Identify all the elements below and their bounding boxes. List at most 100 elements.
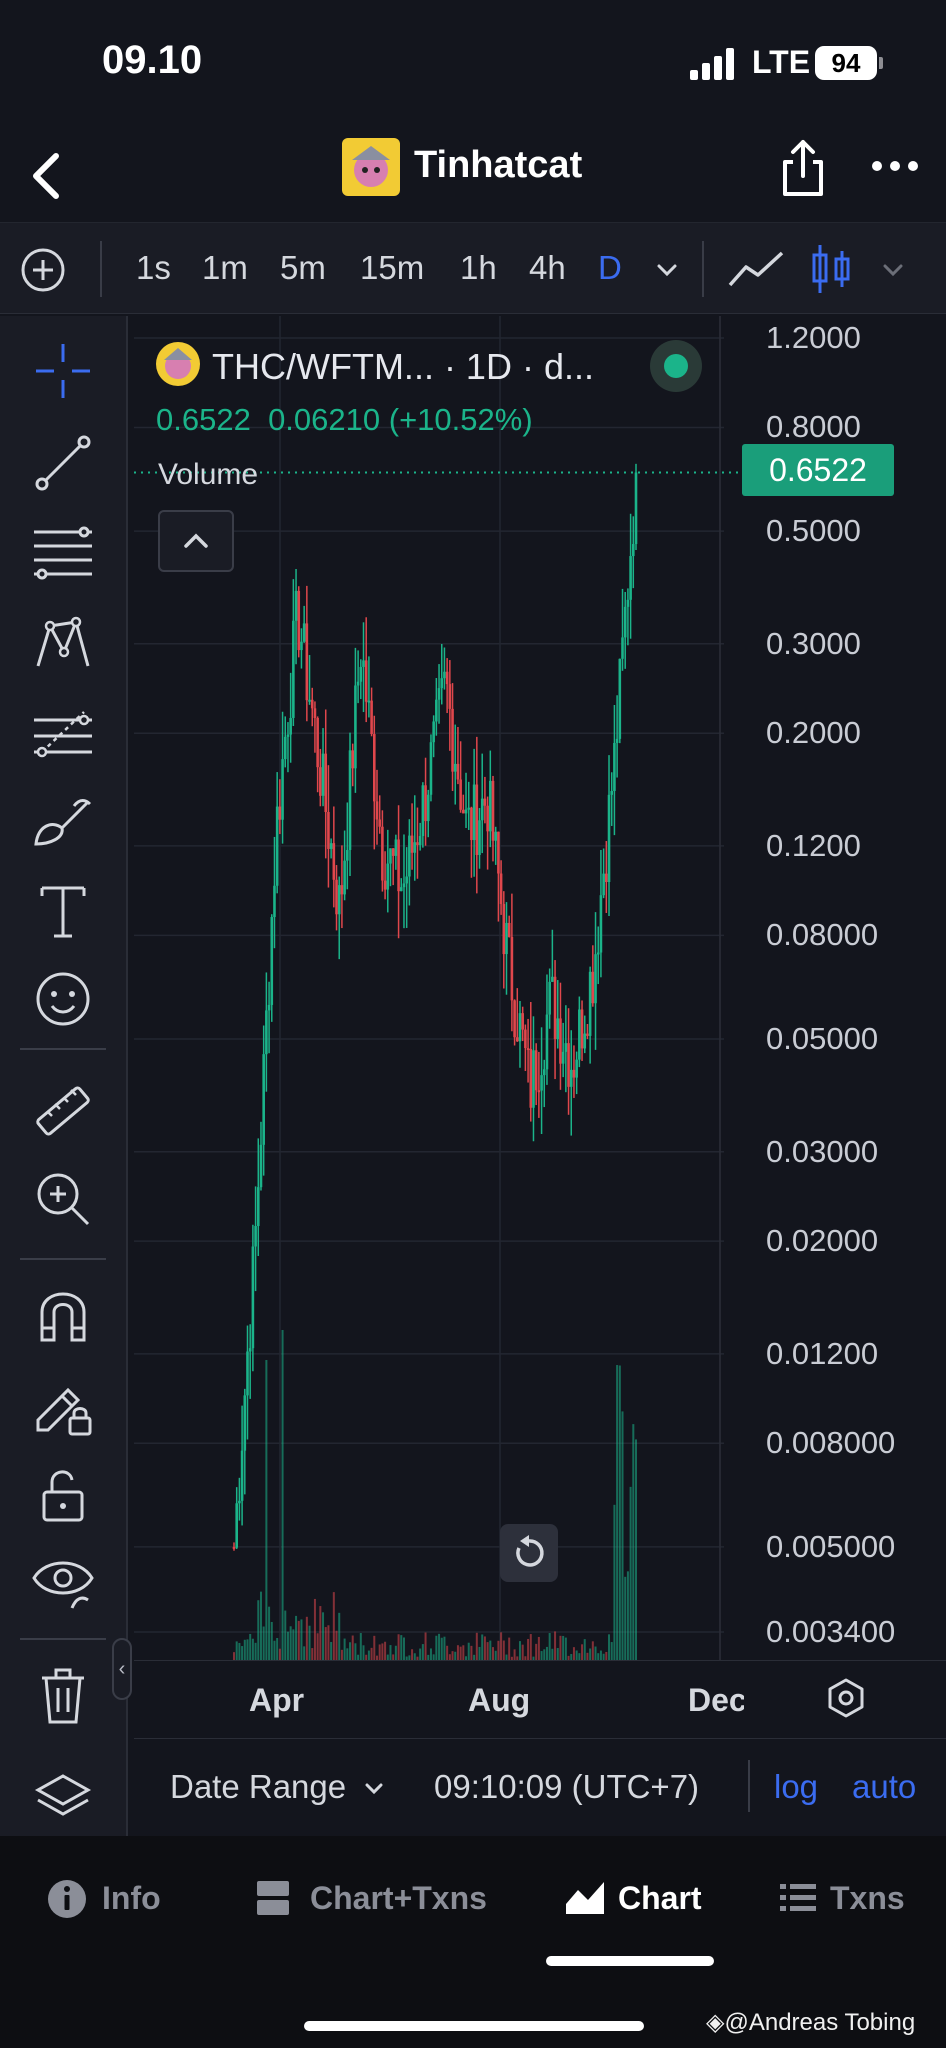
candle-body bbox=[394, 839, 398, 856]
candle-body bbox=[367, 700, 371, 703]
volume-bar bbox=[400, 1635, 403, 1660]
trend-line-icon[interactable] bbox=[28, 428, 98, 498]
volume-bar bbox=[486, 1642, 489, 1660]
volume-bar bbox=[618, 1365, 621, 1660]
trash-icon[interactable] bbox=[28, 1660, 98, 1730]
candle-body bbox=[308, 699, 311, 702]
auto-scale-toggle[interactable]: auto bbox=[852, 1768, 916, 1806]
back-icon[interactable] bbox=[16, 142, 76, 210]
brush-icon[interactable] bbox=[28, 786, 98, 856]
candle-body bbox=[610, 791, 614, 795]
candle-body bbox=[505, 922, 508, 955]
toolbar-divider bbox=[702, 241, 704, 297]
volume-bar bbox=[616, 1365, 619, 1660]
chevron-down-icon[interactable] bbox=[652, 255, 682, 285]
interval-1h[interactable]: 1h bbox=[460, 249, 497, 287]
pattern-icon[interactable] bbox=[28, 608, 98, 678]
lock-drawing-icon[interactable] bbox=[28, 1370, 98, 1440]
volume-bar bbox=[270, 1621, 273, 1660]
signal-icon bbox=[690, 48, 736, 80]
log-scale-toggle[interactable]: log bbox=[774, 1768, 818, 1806]
volume-label: Volume bbox=[158, 458, 259, 491]
candle-body bbox=[278, 806, 282, 820]
candle-body bbox=[613, 742, 616, 792]
time-label-aug: Aug bbox=[468, 1682, 531, 1718]
volume-bar bbox=[359, 1633, 362, 1660]
token-logo bbox=[342, 138, 400, 196]
price-tick-label: 1.2000 bbox=[766, 320, 861, 355]
volume-bar bbox=[535, 1643, 538, 1660]
volume-bar bbox=[286, 1631, 289, 1660]
volume-bar bbox=[456, 1645, 459, 1660]
interval-1s[interactable]: 1s bbox=[136, 249, 171, 287]
volume-bar bbox=[292, 1629, 295, 1660]
interval-15m[interactable]: 15m bbox=[360, 249, 424, 287]
more-icon[interactable] bbox=[868, 154, 922, 178]
zoom-in-icon[interactable] bbox=[28, 1164, 98, 1234]
text-icon[interactable] bbox=[28, 876, 98, 946]
volume-bar bbox=[575, 1650, 578, 1660]
reset-chart-icon[interactable] bbox=[500, 1524, 558, 1582]
share-icon[interactable] bbox=[776, 136, 830, 200]
market-status-indicator bbox=[650, 340, 702, 392]
interval-toolbar: 1s 1m 5m 15m 1h 4h D bbox=[0, 222, 946, 314]
volume-bar bbox=[313, 1598, 316, 1660]
chevron-down-icon[interactable] bbox=[878, 255, 908, 285]
collapse-legend-button[interactable] bbox=[158, 510, 234, 572]
candle-body bbox=[408, 835, 411, 877]
line-chart-icon[interactable] bbox=[726, 245, 786, 295]
volume-bar bbox=[343, 1638, 346, 1660]
eye-icon[interactable] bbox=[28, 1546, 98, 1616]
volume-bar bbox=[564, 1637, 567, 1660]
candle-body bbox=[405, 876, 408, 884]
home-indicator-system bbox=[304, 2021, 644, 2031]
candle-body bbox=[459, 779, 462, 810]
volume-bar bbox=[429, 1648, 432, 1660]
chart-clock[interactable]: 09:10:09 (UTC+7) bbox=[434, 1768, 699, 1806]
pair-title[interactable]: THC/WFTM... · 1D · d... bbox=[212, 346, 594, 388]
interval-d[interactable]: D bbox=[598, 249, 622, 287]
volume-bar bbox=[235, 1641, 238, 1660]
volume-bar bbox=[629, 1486, 632, 1660]
volume-bar bbox=[492, 1647, 495, 1660]
interval-5m[interactable]: 5m bbox=[280, 249, 326, 287]
date-range-dropdown[interactable]: Date Range bbox=[170, 1768, 387, 1806]
candle-body bbox=[618, 658, 622, 739]
unlock-icon[interactable] bbox=[28, 1458, 98, 1528]
candle-body bbox=[583, 1033, 587, 1049]
emoji-icon[interactable] bbox=[28, 964, 98, 1034]
candle-body bbox=[305, 623, 309, 701]
prediction-icon[interactable] bbox=[28, 698, 98, 768]
chart-settings-icon[interactable] bbox=[824, 1676, 868, 1720]
ohlc-values: 0.6522 0.06210 (+10.52%) bbox=[156, 402, 533, 438]
battery-icon: 94 bbox=[815, 46, 877, 80]
candlestick-icon[interactable] bbox=[806, 241, 856, 297]
volume-bar bbox=[289, 1626, 292, 1660]
volume-bar bbox=[513, 1649, 516, 1660]
interval-1m[interactable]: 1m bbox=[202, 249, 248, 287]
crosshair-icon[interactable] bbox=[28, 336, 98, 406]
candle-body bbox=[540, 1075, 543, 1091]
candle-body bbox=[591, 971, 595, 1004]
candle-body bbox=[432, 721, 435, 743]
tab-chart-txns-label: Chart+Txns bbox=[310, 1880, 487, 1916]
volume-bar bbox=[583, 1639, 586, 1660]
volume-bar bbox=[367, 1650, 370, 1660]
candle-body bbox=[335, 879, 338, 915]
interval-4h[interactable]: 4h bbox=[529, 249, 566, 287]
candle-body bbox=[248, 1348, 252, 1352]
candle-body bbox=[238, 1500, 241, 1504]
status-bar: 09.10 LTE 94 bbox=[0, 0, 946, 130]
price-tick-label: 0.08000 bbox=[766, 917, 879, 953]
candle-body bbox=[632, 544, 635, 557]
volume-bar bbox=[265, 1360, 268, 1660]
layers-icon[interactable] bbox=[28, 1766, 98, 1826]
sidebar-collapse-button[interactable]: ‹ bbox=[112, 1638, 132, 1700]
magnet-icon[interactable] bbox=[28, 1280, 98, 1350]
add-indicator-icon[interactable] bbox=[20, 247, 66, 293]
ruler-icon[interactable] bbox=[28, 1076, 98, 1146]
candle-body bbox=[324, 753, 328, 813]
candle-body bbox=[518, 1013, 522, 1042]
fib-retracement-icon[interactable] bbox=[28, 518, 98, 588]
sidebar-divider bbox=[20, 1258, 106, 1260]
